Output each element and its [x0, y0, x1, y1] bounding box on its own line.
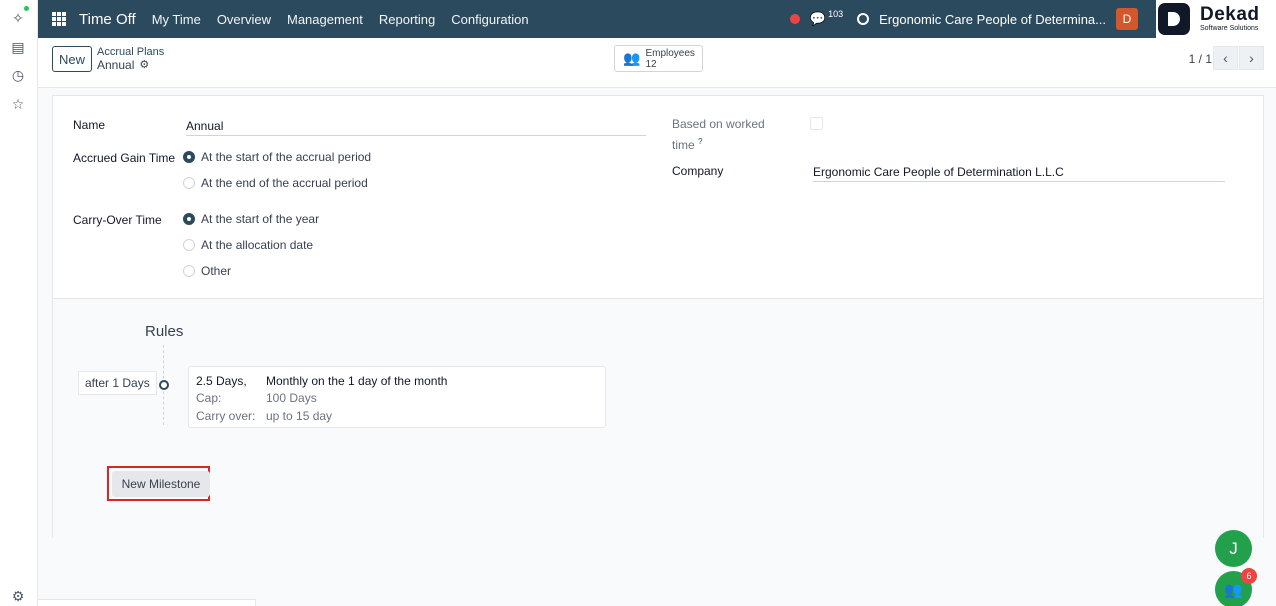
pager-previous-button[interactable]: ‹ — [1213, 46, 1238, 70]
company-switcher[interactable]: Ergonomic Care People of Determina... — [879, 12, 1106, 27]
milestone-frequency: Monthly on the 1 day of the month — [266, 374, 448, 388]
carry-over-time-label: Carry-Over Time — [73, 213, 162, 227]
top-navbar: Time Off My Time Overview Management Rep… — [38, 0, 1156, 38]
menu-overview[interactable]: Overview — [217, 12, 271, 27]
carryover-option-allocation[interactable]: At the allocation date — [183, 238, 313, 252]
carry-over-label: Carry over: — [196, 409, 256, 423]
recording-indicator-icon[interactable] — [789, 14, 800, 24]
breadcrumb: Accrual Plans Annual ⚙ — [97, 46, 164, 73]
people-icon: 👥 — [1224, 581, 1243, 599]
milestone-cap-row: Cap: 100 Days — [196, 391, 317, 405]
chevron-left-icon: ‹ — [1223, 50, 1228, 66]
chat-count-badge: 103 — [828, 9, 844, 19]
worked-time-label: Based on worked time ? — [672, 115, 765, 154]
menu-management[interactable]: Management — [287, 12, 363, 27]
help-tooltip-icon[interactable]: ? — [698, 137, 702, 146]
settings-icon[interactable]: ⚙ — [9, 587, 27, 605]
name-input[interactable]: Annual — [186, 119, 646, 136]
chat-assistant-button[interactable]: J — [1215, 530, 1252, 567]
cap-value: 100 Days — [266, 391, 317, 405]
milestone-main-row: 2.5 Days, Monthly on the 1 day of the mo… — [196, 374, 447, 388]
clock-icon[interactable]: ◷ — [9, 66, 27, 84]
accrued-option-start-label: At the start of the accrual period — [201, 150, 372, 164]
company-label: Company — [672, 164, 724, 178]
cap-label: Cap: — [196, 391, 222, 405]
radio-selected-icon[interactable] — [183, 213, 195, 225]
carryover-option-year-start-label: At the start of the year — [201, 212, 320, 226]
accrued-option-start[interactable]: At the start of the accrual period — [183, 150, 371, 164]
employees-count: 12 — [645, 58, 657, 70]
milestone-amount: 2.5 Days, — [196, 374, 247, 388]
carryover-option-allocation-label: At the allocation date — [201, 238, 314, 252]
radio-unselected-icon[interactable] — [183, 239, 195, 251]
status-dot — [24, 6, 29, 11]
milestone-carry-row: Carry over: up to 15 day — [196, 409, 332, 423]
control-panel: New Accrual Plans Annual ⚙ 👥 Employees 1… — [38, 38, 1276, 88]
rules-section: Rules after 1 Days 2.5 Days, Monthly on … — [53, 298, 1263, 538]
dekad-logo-mark-icon — [1158, 3, 1190, 35]
timeline-node-icon — [159, 380, 169, 390]
breadcrumb-current: Annual — [97, 58, 135, 72]
new-milestone-button[interactable]: New Milestone — [112, 471, 210, 497]
breadcrumb-parent-link[interactable]: Accrual Plans — [97, 46, 164, 58]
name-label: Name — [73, 118, 106, 132]
employees-smart-button[interactable]: 👥 Employees 12 — [614, 45, 703, 72]
new-button[interactable]: New — [52, 46, 92, 72]
carry-over-value: up to 15 day — [266, 409, 333, 423]
accrued-gain-time-label: Accrued Gain Time — [73, 151, 176, 165]
status-bar — [38, 599, 256, 606]
carryover-option-other[interactable]: Other — [183, 264, 231, 278]
accrued-option-end-label: At the end of the accrual period — [201, 176, 368, 190]
carryover-option-year-start[interactable]: At the start of the year — [183, 212, 319, 226]
menu-my-time[interactable]: My Time — [152, 12, 201, 27]
company-input[interactable]: Ergonomic Care People of Determination L… — [813, 165, 1225, 182]
left-rail: ✧ ▤ ◷ ☆ ⚙ — [0, 0, 38, 606]
documents-icon[interactable]: ▤ — [9, 38, 27, 56]
accrued-option-end[interactable]: At the end of the accrual period — [183, 176, 368, 190]
milestone-card[interactable]: 2.5 Days, Monthly on the 1 day of the mo… — [188, 366, 606, 428]
dekad-logo: Dekad Software Solutions — [1156, 0, 1276, 38]
app-title[interactable]: Time Off — [79, 11, 136, 28]
milestone-after-badge: after 1 Days — [78, 371, 157, 395]
activity-clock-icon[interactable] — [857, 13, 870, 25]
worked-time-checkbox[interactable] — [810, 117, 823, 130]
radio-unselected-icon[interactable] — [183, 265, 195, 277]
employees-label: Employees — [645, 47, 695, 59]
users-icon: 👥 — [623, 50, 641, 66]
star-icon[interactable]: ☆ — [9, 95, 27, 113]
rules-title: Rules — [145, 323, 184, 340]
radio-selected-icon[interactable] — [183, 151, 195, 163]
menu-reporting[interactable]: Reporting — [379, 12, 435, 27]
notification-badge: 6 — [1241, 568, 1257, 584]
chevron-right-icon: › — [1249, 50, 1254, 66]
sparkle-icon[interactable]: ✧ — [9, 9, 27, 27]
chat-icon[interactable]: 💬 — [810, 11, 826, 27]
gear-icon[interactable]: ⚙ — [139, 58, 149, 73]
form-sheet: Name Annual Accrued Gain Time At the sta… — [52, 95, 1264, 538]
logo-subtitle: Software Solutions — [1200, 25, 1259, 32]
worked-time-label-line1: Based on worked — [672, 117, 765, 131]
radio-unselected-icon[interactable] — [183, 177, 195, 189]
carryover-option-other-label: Other — [201, 264, 232, 278]
user-avatar[interactable]: D — [1116, 8, 1138, 30]
worked-time-label-line2: time — [672, 138, 695, 152]
pager-value[interactable]: 1 / 1 — [1189, 52, 1212, 66]
logo-title: Dekad — [1200, 4, 1260, 25]
pager-next-button[interactable]: › — [1239, 46, 1264, 70]
menu-configuration[interactable]: Configuration — [451, 12, 528, 27]
apps-grid-icon[interactable] — [52, 12, 66, 26]
